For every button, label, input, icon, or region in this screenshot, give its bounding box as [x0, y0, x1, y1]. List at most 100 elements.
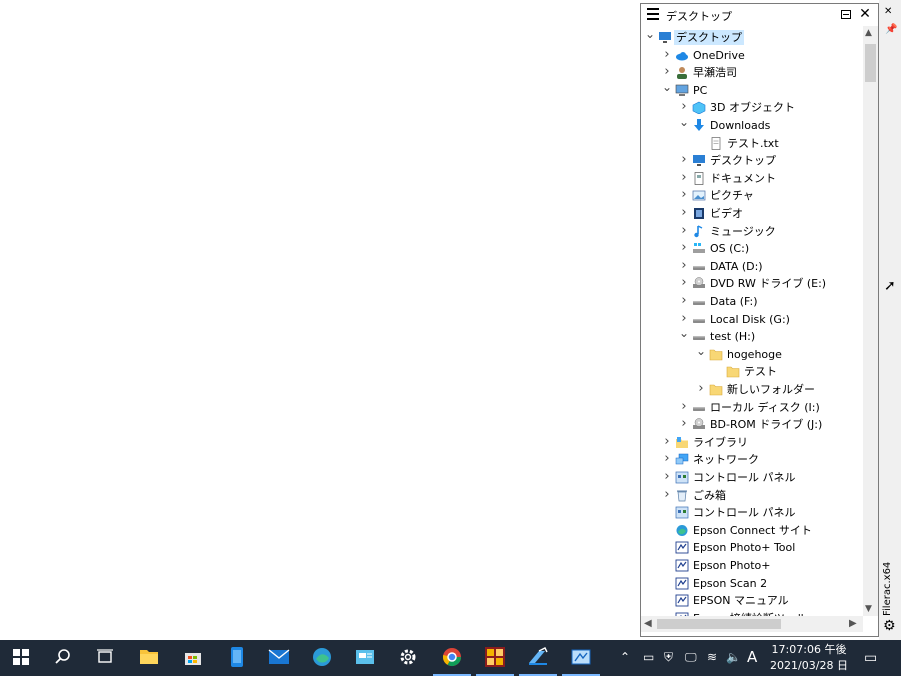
clock[interactable]: 17:07:06 午後 2021/03/28 日 [770, 642, 848, 674]
download-arrow-icon [692, 119, 706, 132]
chevron-right-icon[interactable]: › [662, 470, 672, 483]
chevron-down-icon[interactable]: ⌄ [679, 327, 689, 341]
news-button[interactable] [344, 640, 386, 676]
ime-icon[interactable]: A [747, 648, 757, 666]
chevron-right-icon[interactable]: › [679, 312, 689, 325]
tablet-icon[interactable]: ▭ [643, 650, 654, 664]
tree-item[interactable]: › DVD RW ドライブ (E:) [641, 275, 863, 292]
display-icon[interactable]: 🖵 [685, 650, 697, 665]
chevron-right-icon[interactable]: › [679, 171, 689, 184]
tree-item-label: デスクトップ [674, 30, 744, 45]
volume-icon[interactable]: 🔈 [726, 650, 741, 664]
tree-item[interactable]: テスト [641, 363, 863, 380]
tree-item[interactable]: EPSON マニュアル [641, 592, 863, 609]
chevron-right-icon[interactable]: › [679, 206, 689, 219]
phone-icon [230, 646, 244, 670]
chevron-down-icon[interactable]: ⌄ [696, 345, 706, 359]
chevron-right-icon[interactable]: › [679, 259, 689, 272]
tree-item[interactable]: › 新しいフォルダー [641, 381, 863, 398]
tree-item[interactable]: › ライブラリ [641, 434, 863, 451]
chevron-right-icon[interactable]: › [696, 382, 706, 395]
tree-item[interactable]: ⌄ デスクトップ [641, 28, 863, 46]
filerac-button[interactable] [560, 640, 602, 676]
chevron-right-icon[interactable]: › [679, 276, 689, 289]
explorer-button[interactable] [128, 640, 170, 676]
chevron-down-icon[interactable]: ⌄ [679, 116, 689, 130]
tree-item[interactable]: Epson Photo+ [641, 557, 863, 574]
edge-button[interactable] [301, 640, 343, 676]
task-view-button[interactable] [84, 640, 126, 676]
chevron-down-icon[interactable]: ⌄ [645, 28, 655, 42]
chevron-right-icon[interactable]: › [662, 435, 672, 448]
restore-button[interactable] [841, 10, 851, 19]
settings-button[interactable] [387, 640, 429, 676]
tree-item[interactable]: テスト.txt [641, 135, 863, 152]
horizontal-scrollbar[interactable]: ◀ ▶ [641, 616, 863, 632]
chrome-button[interactable] [431, 640, 473, 676]
tree-item[interactable]: › ビデオ [641, 205, 863, 222]
store-button[interactable] [172, 640, 214, 676]
tree-item[interactable]: ⌄ Downloads [641, 116, 863, 134]
tree-item[interactable]: ⌄ test (H:) [641, 327, 863, 345]
notification-icon[interactable]: ▭ [864, 650, 877, 666]
search-button[interactable] [42, 640, 84, 676]
tree-item[interactable]: ⌄ hogehoge [641, 345, 863, 363]
chevron-right-icon[interactable]: › [679, 417, 689, 430]
tree-item[interactable]: › ピクチャ [641, 187, 863, 204]
gear-icon[interactable]: ⚙ [883, 618, 896, 634]
tree-item[interactable]: コントロール パネル [641, 504, 863, 521]
scroll-thumb[interactable] [657, 619, 781, 629]
close-all-icon[interactable]: ✕ [884, 6, 892, 17]
close-button[interactable]: ✕ [858, 6, 872, 22]
chevron-right-icon[interactable]: › [679, 188, 689, 201]
vertical-scrollbar[interactable]: ▲ ▼ [863, 26, 878, 616]
scroll-left-icon[interactable]: ◀ [644, 618, 652, 629]
scroll-down-icon[interactable]: ▼ [865, 604, 872, 614]
paint-button[interactable] [517, 640, 559, 676]
tree-item[interactable]: › OS (C:) [641, 240, 863, 257]
chevron-right-icon[interactable]: › [679, 224, 689, 237]
panel-title: デスクトップ [666, 10, 732, 23]
chevron-down-icon[interactable]: ⌄ [662, 81, 672, 95]
tree-item[interactable]: › ドキュメント [641, 170, 863, 187]
tree-item[interactable]: › DATA (D:) [641, 258, 863, 275]
tree-item[interactable]: › 早瀬浩司 [641, 64, 863, 81]
chevron-right-icon[interactable]: › [679, 294, 689, 307]
tree-item[interactable]: › コントロール パネル [641, 469, 863, 486]
pin-icon[interactable]: 📌 [885, 24, 897, 35]
chevron-right-icon[interactable]: › [679, 400, 689, 413]
tree-item[interactable]: › ミュージック [641, 223, 863, 240]
tree-item[interactable]: › ネットワーク [641, 451, 863, 468]
tree-item-label: Epson Photo+ Tool [693, 541, 796, 555]
tree-item[interactable]: › デスクトップ [641, 152, 863, 169]
chevron-up-icon[interactable]: ⌃ [620, 650, 630, 664]
tree-item[interactable]: › ごみ箱 [641, 487, 863, 504]
chevron-right-icon[interactable]: › [679, 100, 689, 113]
tree-item[interactable]: › ローカル ディスク (I:) [641, 399, 863, 416]
tree-item[interactable]: Epson Photo+ Tool [641, 539, 863, 556]
tree-item[interactable]: › 3D オブジェクト [641, 99, 863, 116]
tree-item[interactable]: › OneDrive [641, 47, 863, 64]
tree-item[interactable]: › Local Disk (G:) [641, 311, 863, 328]
tree-item[interactable]: › Data (F:) [641, 293, 863, 310]
chevron-right-icon[interactable]: › [679, 153, 689, 166]
app-grid-button[interactable] [474, 640, 516, 676]
security-icon[interactable]: ⛨ [664, 650, 673, 665]
start-button[interactable] [0, 640, 42, 676]
tree-item[interactable]: ⌄ PC [641, 81, 863, 99]
tree-item[interactable]: Epson Scan 2 [641, 575, 863, 592]
chevron-right-icon[interactable]: › [662, 488, 672, 501]
phone-button[interactable] [216, 640, 258, 676]
scroll-up-icon[interactable]: ▲ [865, 28, 872, 38]
chevron-right-icon[interactable]: › [662, 452, 672, 465]
chevron-right-icon[interactable]: › [662, 48, 672, 61]
scroll-right-icon[interactable]: ▶ [849, 618, 857, 629]
tree-item[interactable]: › BD-ROM ドライブ (J:) [641, 416, 863, 433]
scroll-thumb[interactable] [865, 44, 876, 82]
menu-icon[interactable] [647, 8, 659, 20]
chevron-right-icon[interactable]: › [679, 241, 689, 254]
tree-item[interactable]: Epson Connect サイト [641, 522, 863, 539]
wifi-icon[interactable]: ≋ [707, 650, 717, 664]
chevron-right-icon[interactable]: › [662, 65, 672, 78]
mail-button[interactable] [258, 640, 300, 676]
